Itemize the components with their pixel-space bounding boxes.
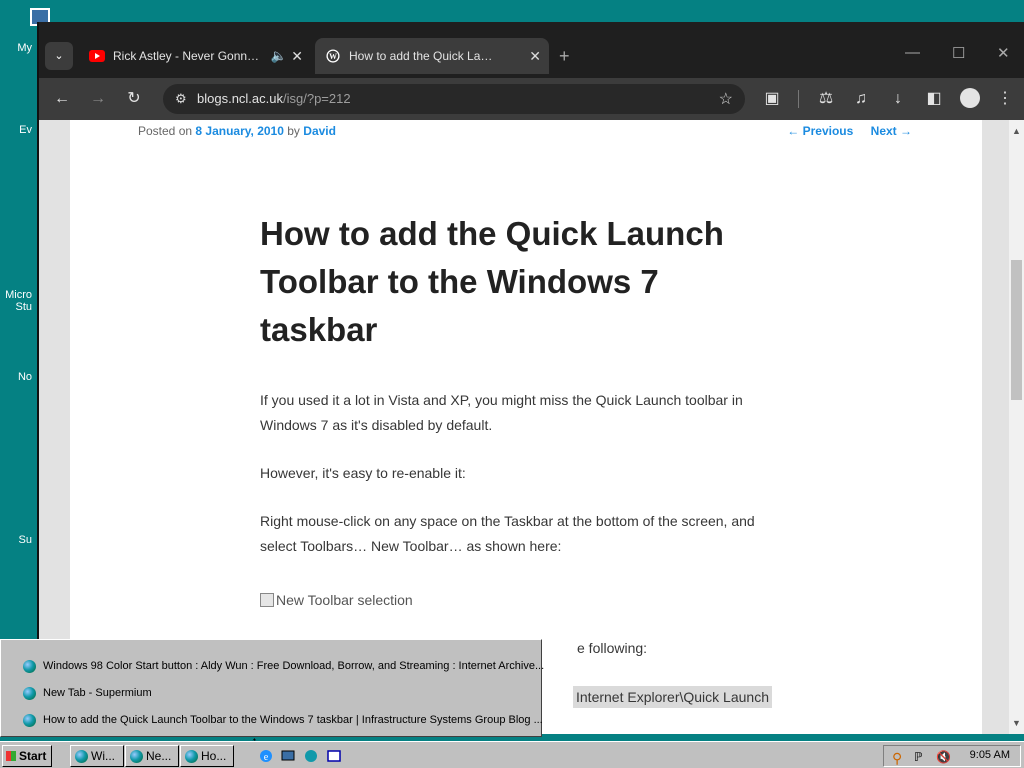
youtube-icon: [89, 50, 105, 62]
labs-icon[interactable]: ⚖: [815, 88, 837, 110]
scroll-down-icon[interactable]: ▼: [1012, 718, 1021, 728]
menu-icon[interactable]: ⋮: [994, 88, 1016, 110]
svg-text:W: W: [329, 52, 337, 61]
popup-item[interactable]: New Tab - Supermium: [23, 683, 152, 703]
desktop-label[interactable]: Su: [0, 534, 32, 546]
close-icon[interactable]: ✕: [529, 38, 541, 74]
clock[interactable]: 9:05 AM: [970, 749, 1010, 761]
desktop-label[interactable]: Stu: [0, 301, 32, 313]
minimize-icon[interactable]: —: [905, 44, 920, 61]
browser-icon: [23, 660, 36, 673]
language-icon[interactable]: ℙ: [914, 750, 928, 764]
post-meta: Posted on 8 January, 2010 by David: [138, 124, 336, 138]
bookmark-star-icon[interactable]: ☆: [719, 89, 733, 109]
next-link[interactable]: Next →: [871, 124, 912, 138]
popup-item-label: Windows 98 Color Start button : Aldy Wun…: [43, 660, 545, 672]
tab-title: How to add the Quick Launch Toolbar to t…: [349, 49, 499, 63]
search-icon[interactable]: ⚲: [892, 750, 906, 766]
side-panel-icon[interactable]: ◧: [923, 88, 945, 110]
wordpress-icon: W: [326, 49, 340, 63]
url-text[interactable]: blogs.ncl.ac.uk/isg/?p=212: [197, 91, 351, 106]
by-label: by: [287, 124, 300, 138]
browser-icon: [23, 714, 36, 727]
browser-toolbar: ← → ↻ ⚙ blogs.ncl.ac.uk/isg/?p=212 ☆ ▣ ⚖…: [39, 78, 1024, 120]
taskbar: Start Wi... Ne... Ho... e ⚲ ℙ 🔇 9:05 AM: [0, 741, 1024, 768]
popup-item-label: How to add the Quick Launch Toolbar to t…: [43, 714, 543, 726]
desktop-label[interactable]: Micro: [0, 289, 32, 301]
scrollbar[interactable]: ▲ ▼: [1009, 120, 1024, 734]
profile-avatar-icon[interactable]: [960, 88, 980, 108]
toolbar-divider: [798, 90, 799, 108]
desktop-label[interactable]: Ev: [0, 124, 32, 136]
desktop-label[interactable]: My: [0, 42, 32, 54]
window-icon[interactable]: [327, 749, 341, 763]
volume-muted-icon[interactable]: 🔇: [936, 750, 951, 764]
previous-link[interactable]: ← Previous: [787, 124, 853, 138]
taskbar-button-label: Ne...: [146, 749, 172, 763]
broken-image: New Toolbar selection: [260, 592, 413, 608]
desktop-label[interactable]: No: [0, 371, 32, 383]
address-bar[interactable]: ⚙ blogs.ncl.ac.uk/isg/?p=212 ☆: [163, 84, 745, 114]
browser-icon: [130, 750, 143, 763]
taskbar-button-label: Ho...: [201, 749, 227, 763]
article-paragraph: Right mouse-click on any space on the Ta…: [260, 513, 755, 554]
reload-icon[interactable]: ↻: [123, 88, 145, 110]
chevron-down-icon[interactable]: ⌄: [45, 42, 73, 70]
broken-image-icon: [260, 593, 274, 607]
start-button[interactable]: Start: [2, 745, 52, 767]
download-icon[interactable]: ↓: [887, 88, 909, 110]
close-window-icon[interactable]: ✕: [997, 44, 1010, 62]
tab-youtube[interactable]: Rick Astley - Never Gonna Give You Up 🔈 …: [79, 38, 311, 74]
show-desktop-icon[interactable]: [281, 749, 295, 763]
post-navigation: ← Previous Next →: [773, 124, 912, 138]
image-alt-text: New Toolbar selection: [276, 592, 413, 608]
posted-prefix: Posted on: [138, 124, 193, 138]
speaker-icon[interactable]: 🔈: [271, 38, 287, 74]
article-paragraph-fragment: e following:: [577, 640, 648, 656]
taskbar-button-label: Wi...: [91, 749, 115, 763]
scroll-up-icon[interactable]: ▲: [1012, 126, 1021, 136]
browser-icon: [185, 750, 198, 763]
popup-item-label: New Tab - Supermium: [43, 687, 152, 699]
taskbar-button[interactable]: Ne...: [125, 745, 179, 767]
taskbar-button[interactable]: Ho...: [180, 745, 234, 767]
media-controls-icon[interactable]: ♫: [850, 88, 872, 110]
site-info-icon[interactable]: ⚙: [175, 91, 187, 107]
taskbar-button[interactable]: Wi...: [70, 745, 124, 767]
author-link[interactable]: David: [303, 124, 336, 138]
browser-icon: [75, 750, 88, 763]
tab-article[interactable]: W How to add the Quick Launch Toolbar to…: [315, 38, 549, 74]
browser-icon[interactable]: [304, 749, 318, 763]
internet-explorer-icon[interactable]: e: [259, 749, 273, 763]
tab-title: Rick Astley - Never Gonna Give You Up: [113, 49, 261, 63]
path-code: Internet Explorer\Quick Launch: [573, 686, 772, 708]
window-group-popup: Windows 98 Color Start button : Aldy Wun…: [0, 639, 544, 737]
popup-item[interactable]: Windows 98 Color Start button : Aldy Wun…: [23, 656, 544, 676]
close-icon[interactable]: ✕: [291, 38, 303, 74]
extensions-icon[interactable]: ▣: [761, 88, 783, 110]
windows-logo-icon: [6, 751, 16, 761]
popup-item[interactable]: How to add the Quick Launch Toolbar to t…: [23, 710, 543, 730]
svg-text:e: e: [264, 752, 269, 763]
browser-icon: [23, 687, 36, 700]
article-title: How to add the Quick Launch Toolbar to t…: [260, 215, 724, 348]
article-paragraph: However, it's easy to re-enable it:: [260, 465, 466, 481]
start-label: Start: [19, 749, 47, 763]
browser-window: ⌄ Rick Astley - Never Gonna Give You Up …: [37, 22, 1024, 734]
scrollbar-thumb[interactable]: [1011, 260, 1022, 400]
post-date-link[interactable]: 8 January, 2010: [195, 124, 284, 138]
url-domain: blogs.ncl.ac.uk: [197, 91, 283, 106]
forward-icon[interactable]: →: [87, 88, 109, 110]
tab-strip: ⌄ Rick Astley - Never Gonna Give You Up …: [39, 22, 1024, 78]
new-tab-icon[interactable]: +: [559, 46, 570, 67]
article-paragraph: If you used it a lot in Vista and XP, yo…: [260, 392, 743, 433]
maximize-icon[interactable]: ☐: [952, 44, 965, 62]
back-icon[interactable]: ←: [51, 88, 73, 110]
system-tray: ⚲ ℙ 🔇 9:05 AM: [883, 745, 1021, 767]
url-path: /isg/?p=212: [283, 91, 351, 106]
